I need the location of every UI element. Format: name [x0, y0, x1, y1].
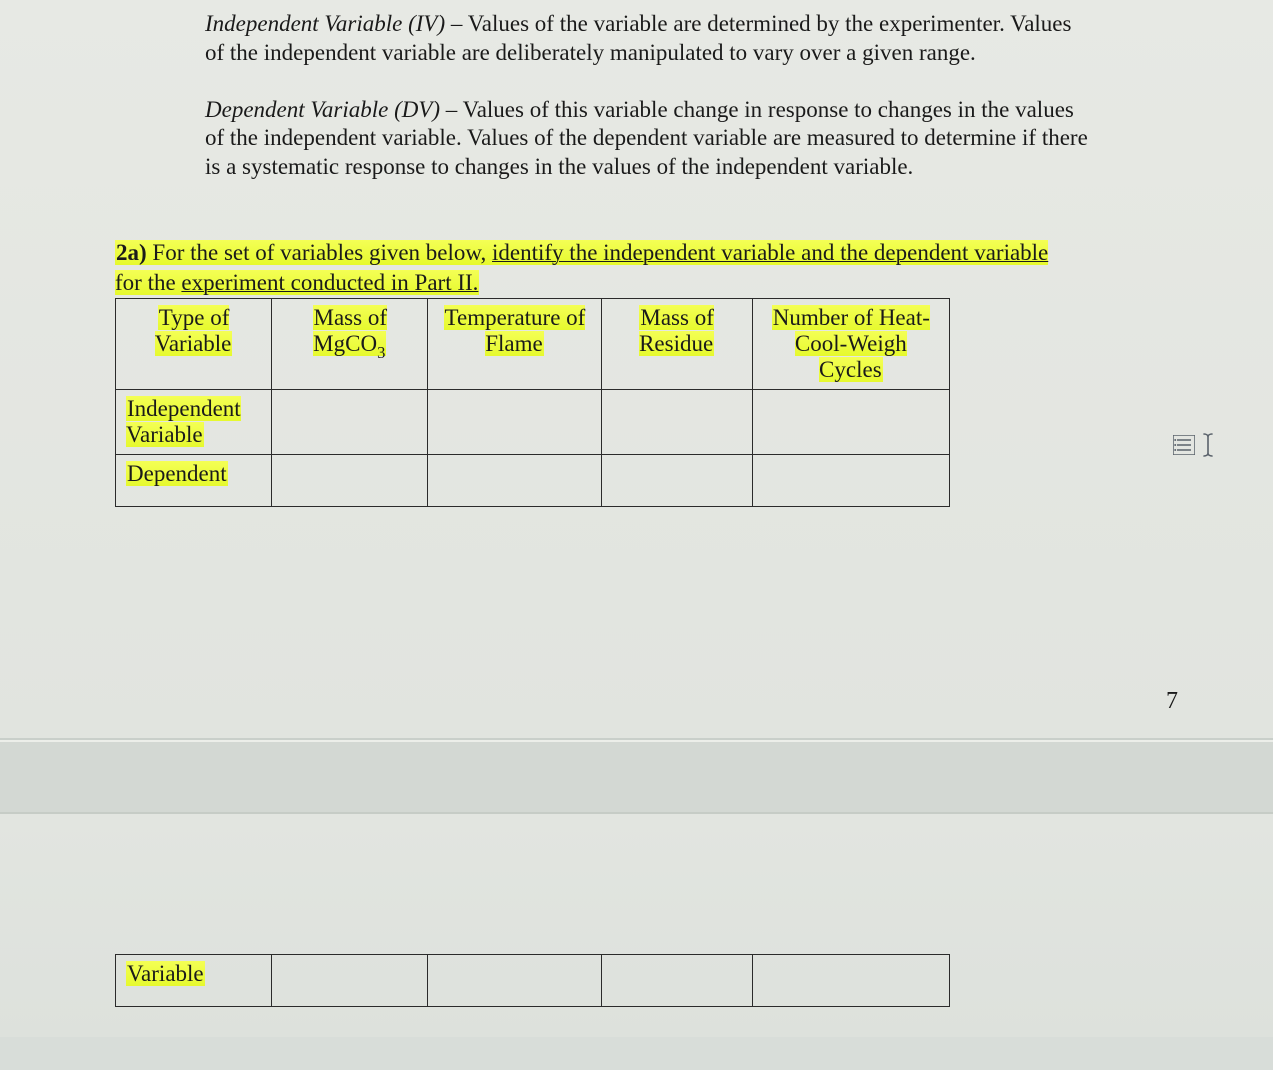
cell-iv-cycles[interactable] — [752, 389, 949, 454]
question-underlined-1: identify the independent variable and th… — [492, 240, 1048, 265]
question-number: 2a) — [116, 240, 147, 265]
row-iv-label-cell: Independent Variable — [116, 389, 272, 454]
row-dep-label-cell: Dependent — [116, 454, 272, 506]
cell-dep-temp[interactable] — [428, 454, 601, 506]
cell-var-mass[interactable] — [601, 955, 752, 1007]
page-lower-section: Variable — [0, 814, 1273, 1037]
variables-table-bottom: Variable — [115, 954, 950, 1007]
header-mgco3-l2: MgCO — [313, 331, 377, 356]
question-underlined-2: experiment conducted in Part II. — [181, 270, 478, 295]
text-cursor-icon — [1201, 432, 1215, 458]
row-dep-label: Dependent — [126, 461, 228, 486]
cell-iv-mass[interactable] — [601, 389, 752, 454]
question-2a: 2a) For the set of variables given below… — [115, 238, 1063, 298]
page-break-gap — [0, 740, 1273, 814]
header-type-text: Type of Variable — [155, 305, 233, 356]
row-iv-label: Independent Variable — [126, 396, 241, 447]
cell-var-cycles[interactable] — [752, 955, 949, 1007]
table-header-row: Type of Variable Mass of MgCO3 Temperatu… — [116, 298, 950, 389]
header-cycles: Number of Heat-Cool-Weigh Cycles — [752, 298, 949, 389]
header-mgco3-l1: Mass of — [314, 305, 387, 330]
row-var-label-cell: Variable — [116, 955, 272, 1007]
cell-var-temp[interactable] — [428, 955, 601, 1007]
header-temperature: Temperature of Flame — [428, 298, 601, 389]
cell-iv-temp[interactable] — [428, 389, 601, 454]
viewer-side-tool[interactable] — [1173, 432, 1215, 458]
header-mass-residue-text: Mass of Residue — [639, 305, 714, 356]
question-mid: for the — [115, 270, 181, 295]
header-mass-residue: Mass of Residue — [601, 298, 752, 389]
cell-var-mgco3[interactable] — [272, 955, 428, 1007]
cell-iv-mgco3[interactable] — [272, 389, 428, 454]
table-row-iv: Independent Variable — [116, 389, 950, 454]
row-var-label: Variable — [126, 961, 205, 986]
table-row-variable: Variable — [116, 955, 950, 1007]
cell-dep-mass[interactable] — [601, 454, 752, 506]
dv-term: Dependent Variable (DV) — [205, 97, 440, 122]
page-upper-section: Independent Variable (IV) – Values of th… — [0, 0, 1273, 740]
header-type: Type of Variable — [116, 298, 272, 389]
header-mgco3-sub: 3 — [377, 343, 385, 362]
header-mgco3: Mass of MgCO3 — [272, 298, 428, 389]
table-row-dependent: Dependent — [116, 454, 950, 506]
question-lead: For the set of variables given below, — [147, 240, 492, 265]
header-temperature-text: Temperature of Flame — [444, 305, 586, 356]
list-icon — [1173, 435, 1195, 455]
definition-dv: Dependent Variable (DV) – Values of this… — [205, 96, 1093, 182]
iv-term: Independent Variable (IV) — [205, 11, 445, 36]
definition-iv: Independent Variable (IV) – Values of th… — [205, 10, 1093, 68]
cell-dep-mgco3[interactable] — [272, 454, 428, 506]
page-number: 7 — [1166, 688, 1178, 715]
cell-dep-cycles[interactable] — [752, 454, 949, 506]
header-cycles-text: Number of Heat-Cool-Weigh Cycles — [772, 305, 930, 382]
variables-table-top: Type of Variable Mass of MgCO3 Temperatu… — [115, 298, 950, 507]
